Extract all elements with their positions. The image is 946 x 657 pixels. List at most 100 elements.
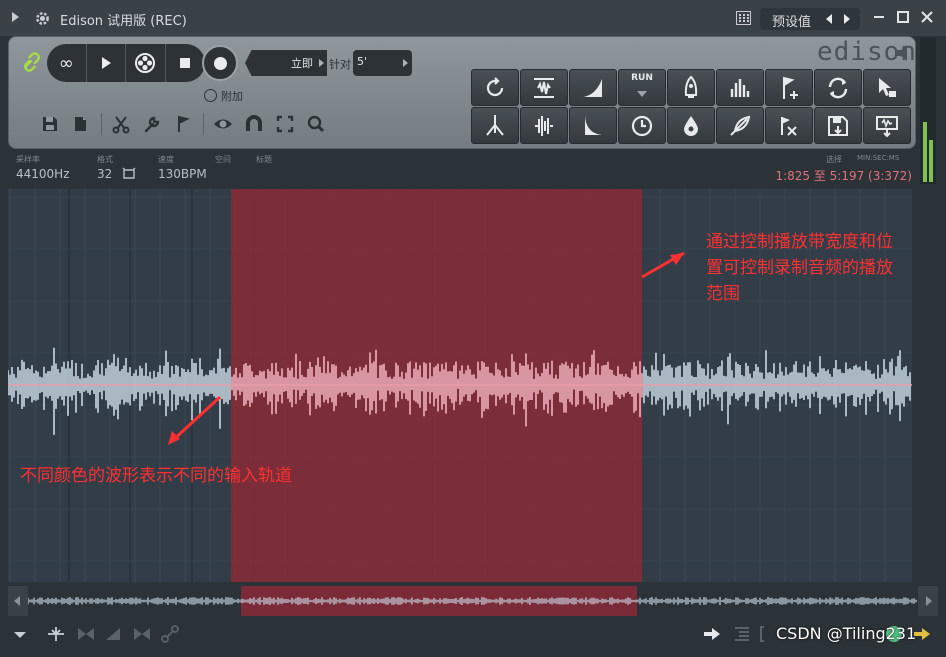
bowtie-icon[interactable] — [76, 624, 96, 644]
ramp-icon[interactable] — [104, 624, 124, 644]
tool-amplify[interactable] — [520, 107, 568, 144]
overview-canvas[interactable] — [8, 586, 938, 616]
tool-fade[interactable] — [569, 69, 617, 106]
tool-loop[interactable] — [814, 69, 862, 106]
fade-icon — [583, 78, 602, 97]
waveform-view[interactable]: 通过控制播放带宽度和位 置可控制录制音频的播放 范围 不同颜色的波形表示不同的输… — [8, 189, 912, 582]
cut-tool-button[interactable] — [110, 113, 132, 135]
record-button[interactable] — [202, 45, 238, 81]
annotation-playback-range: 通过控制播放带宽度和位 置可控制录制音频的播放 范围 — [706, 229, 893, 307]
overview-strip[interactable] — [8, 586, 938, 616]
scissors-icon — [112, 116, 130, 134]
format-box-icon — [122, 167, 136, 179]
tool-grid: RUN — [471, 69, 913, 147]
transport-group: ∞ — [47, 44, 205, 82]
maximize-icon[interactable] — [896, 10, 910, 24]
toolbar-divider — [203, 113, 204, 135]
link-icon[interactable] — [21, 51, 43, 73]
snap-button[interactable] — [243, 113, 265, 135]
clock-icon — [631, 115, 653, 136]
crossfade-icon[interactable] — [132, 624, 152, 644]
meter-right-fill — [929, 140, 933, 182]
needle-label: 针对 — [329, 58, 351, 71]
watermark-text: CSDN @Tiling231 — [776, 624, 917, 643]
attach-label: 附加 — [221, 90, 243, 103]
tool-add-marker[interactable] — [765, 69, 813, 106]
collapse-arrow-icon[interactable] — [12, 12, 19, 22]
sample-rate-group: 采样率 44100Hz — [16, 154, 70, 181]
browser-grid-icon[interactable] — [736, 11, 751, 25]
preset-selector[interactable]: 预设值 — [760, 8, 860, 30]
tool-drop[interactable] — [667, 107, 715, 144]
save-icon — [828, 115, 848, 136]
arrow-right-solid-icon[interactable] — [702, 624, 722, 644]
save-tool-button[interactable] — [39, 113, 61, 135]
annotation-line-1: 通过控制播放带宽度和位 — [706, 232, 893, 252]
tool-run[interactable]: RUN — [618, 69, 666, 106]
tool-save[interactable] — [814, 107, 862, 144]
snap-marker-icon[interactable] — [46, 624, 66, 644]
clipboard-icon — [75, 117, 86, 131]
record-mode-selector[interactable]: 立即 — [245, 50, 327, 76]
zoom-button[interactable] — [305, 113, 327, 135]
tool-rocket[interactable] — [667, 69, 715, 106]
attach-radio[interactable] — [204, 89, 217, 102]
preset-prev-icon[interactable] — [826, 14, 832, 24]
preset-next-icon[interactable] — [844, 14, 850, 24]
format-label: 格式 — [97, 155, 113, 164]
minimize-icon[interactable] — [872, 10, 886, 24]
space-group: 空间 — [215, 154, 231, 165]
toolbar-divider — [101, 113, 102, 135]
view-button[interactable] — [212, 113, 234, 135]
tool-feather[interactable] — [716, 107, 764, 144]
record-mode-arrow-icon — [319, 59, 324, 67]
tool-cursor[interactable] — [863, 69, 911, 106]
arrow-left-icon — [14, 596, 20, 606]
play-icon — [101, 57, 111, 69]
marker-flag-icon — [781, 116, 797, 136]
tool-refresh[interactable] — [471, 69, 519, 106]
tool-marker-flag[interactable] — [765, 107, 813, 144]
magnet-icon — [246, 115, 262, 131]
play-button[interactable] — [87, 44, 126, 82]
close-icon[interactable] — [920, 10, 934, 24]
marker-button[interactable] — [172, 113, 194, 135]
meter-left-fill — [923, 122, 927, 182]
tool-export[interactable] — [863, 107, 911, 144]
tempo-group: 速度 130BPM — [158, 154, 207, 181]
tape-reel-icon — [135, 53, 156, 73]
reel-button[interactable] — [126, 44, 166, 82]
speaker-icon[interactable] — [895, 43, 911, 63]
list-icon[interactable] — [732, 624, 752, 644]
tool-normalize[interactable] — [520, 69, 568, 106]
tool-decay[interactable] — [569, 107, 617, 144]
tool-clock[interactable] — [618, 107, 666, 144]
tools-button[interactable] — [141, 113, 163, 135]
select-all-button[interactable] — [274, 113, 296, 135]
stop-icon — [180, 58, 191, 68]
annotation-line-2: 置可控制录制音频的播放 — [706, 258, 893, 278]
loop-button[interactable]: ∞ — [47, 44, 87, 82]
paste-tool-button[interactable] — [70, 113, 92, 135]
bracket-icon[interactable] — [758, 624, 778, 644]
feather-icon — [730, 115, 751, 136]
gear-icon[interactable] — [34, 10, 51, 27]
annotation-arrow-bottom — [170, 395, 222, 443]
space-label: 空间 — [215, 155, 231, 164]
tool-tuning-fork[interactable] — [471, 107, 519, 144]
needle-arrow-icon — [403, 59, 408, 67]
selection-value: 1:825 至 5:197 (3:372) — [775, 169, 912, 183]
sample-rate-label: 采样率 — [16, 155, 40, 164]
tool-equalizer[interactable] — [716, 69, 764, 106]
eye-icon — [214, 119, 232, 129]
stop-button[interactable] — [166, 44, 206, 82]
cursor-icon — [879, 77, 896, 97]
scroll-left-button[interactable] — [8, 586, 28, 616]
menu-arrow-icon[interactable] — [10, 624, 30, 644]
needle-selector[interactable]: 5' — [353, 50, 412, 76]
scroll-right-button[interactable] — [918, 586, 938, 616]
link-nodes-icon[interactable] — [160, 624, 180, 644]
format-value[interactable]: 32 — [97, 167, 136, 181]
tempo-value[interactable]: 130BPM — [158, 167, 207, 181]
title-bar: Edison 试用版 (REC) 预设值 — [0, 0, 946, 36]
